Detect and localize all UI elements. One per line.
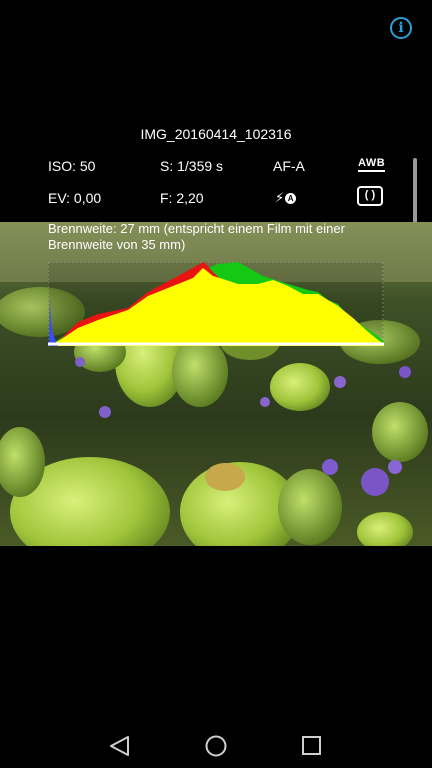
focal-length-info: Brennweite: 27 mm (entspricht einem Film… [48,221,345,252]
back-icon[interactable] [108,735,132,757]
iso-value: ISO: 50 [48,158,96,174]
exposure-value: EV: 0,00 [48,190,102,206]
aperture-value: F: 2,20 [160,190,204,206]
histogram [47,261,384,346]
focus-mode: AF-A [273,158,305,174]
flash-auto-icon: ⚡︎ A [275,190,297,206]
recents-icon[interactable] [301,735,323,757]
info-icon[interactable]: i [390,17,412,39]
shutter-speed: S: 1/359 s [160,158,224,174]
white-balance-icon: AWB [358,158,386,172]
file-name: IMG_20160414_102316 [140,126,292,142]
metering-icon: ( ) [357,186,383,206]
home-icon[interactable] [204,735,228,757]
